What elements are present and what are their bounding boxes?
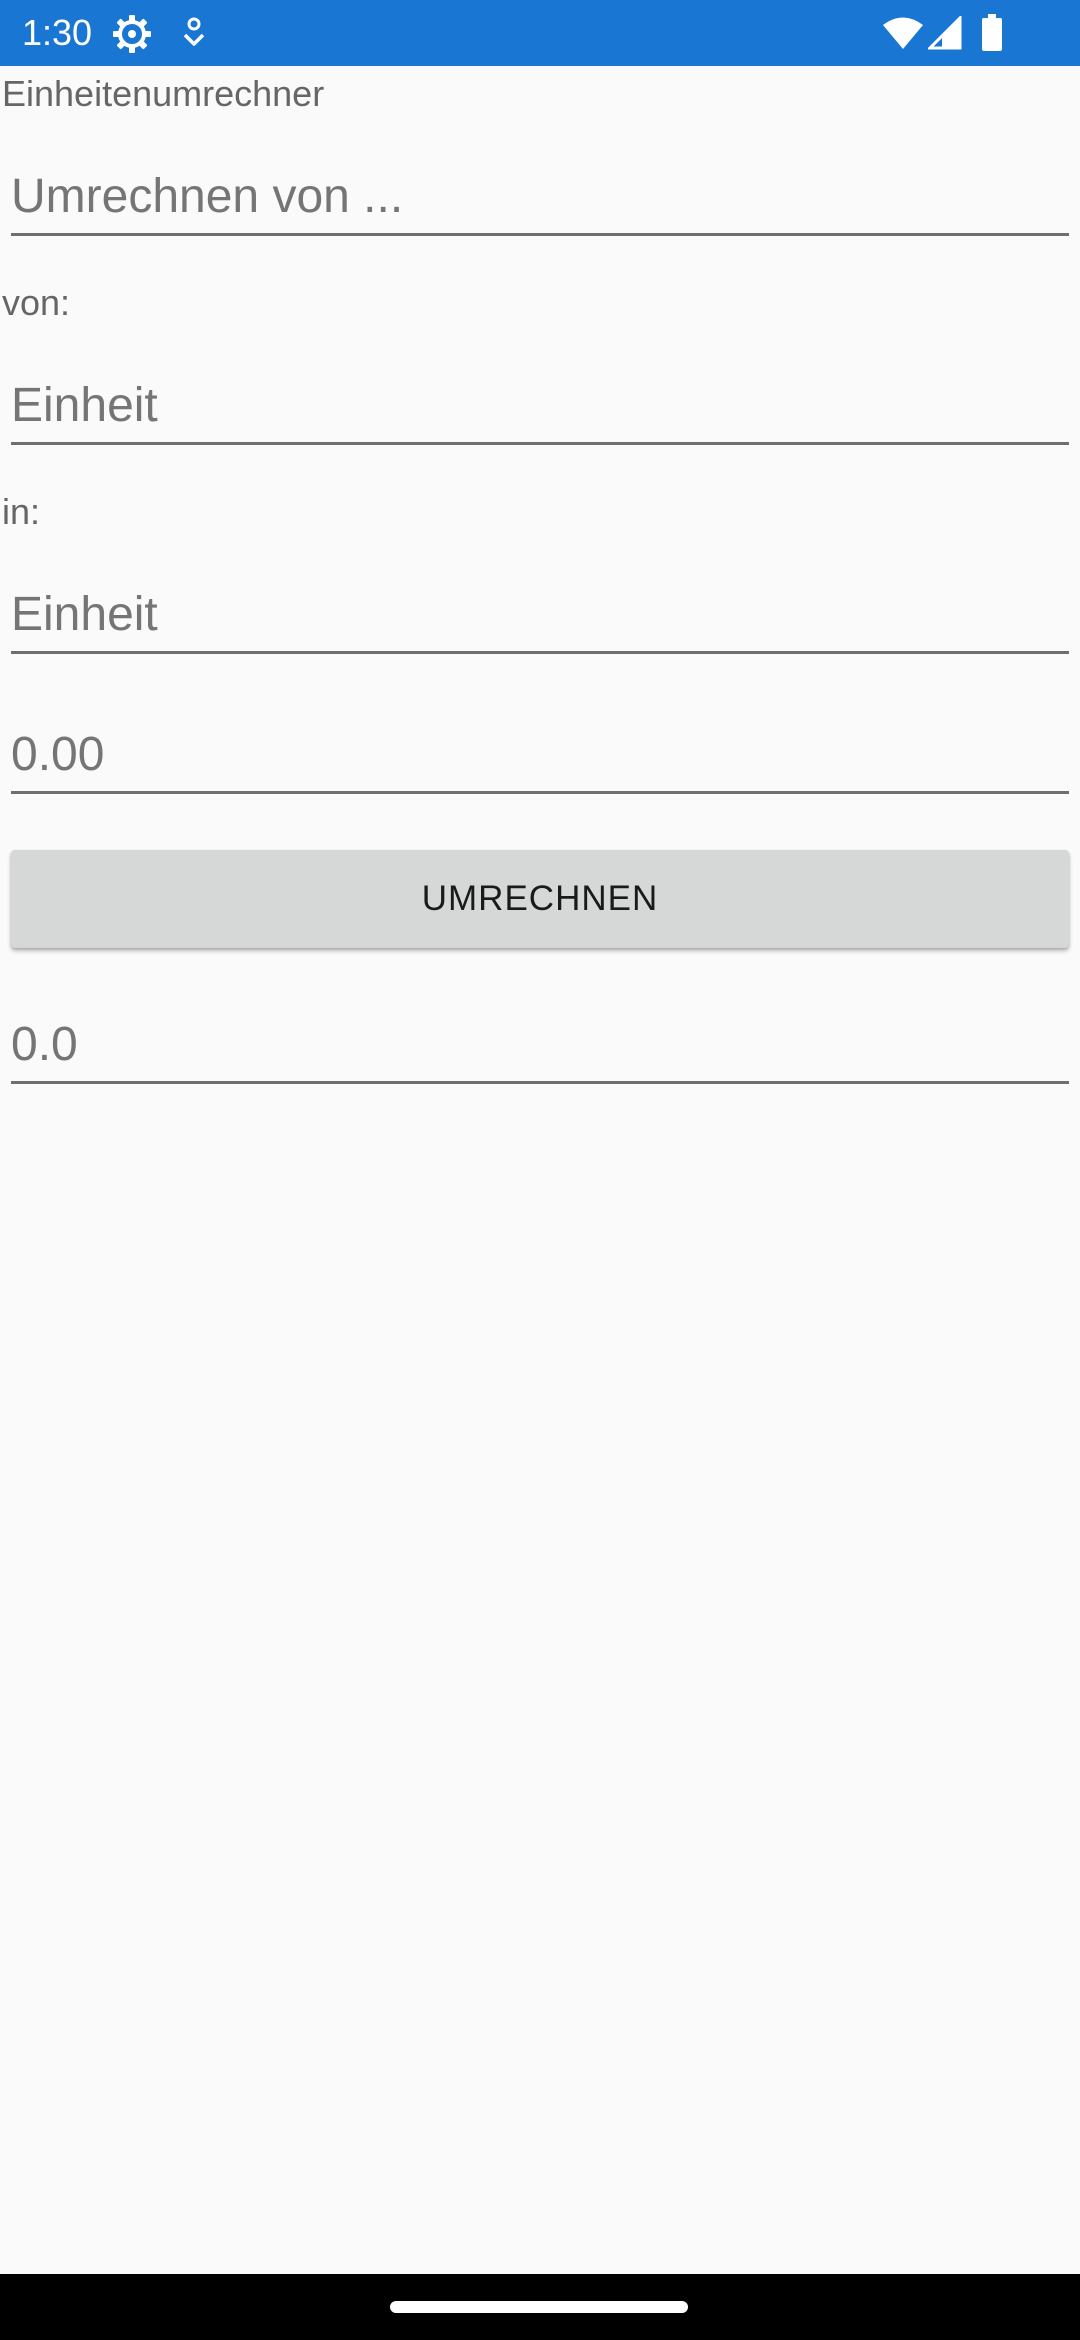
- convert-button[interactable]: UMRECHNEN: [11, 850, 1069, 948]
- to-unit-placeholder: Einheit: [11, 588, 158, 641]
- cellular-signal-icon: [928, 16, 962, 50]
- result-value: 0.0: [11, 1018, 78, 1071]
- wifi-icon: [883, 17, 923, 49]
- from-unit-input[interactable]: Einheit: [11, 367, 1069, 445]
- location-download-icon: [183, 17, 205, 46]
- to-unit-input[interactable]: Einheit: [11, 576, 1069, 654]
- battery-icon: [982, 14, 1002, 51]
- settings-gear-icon: [113, 15, 151, 53]
- home-gesture-handle[interactable]: [390, 2301, 688, 2313]
- status-bar: 1:30: [0, 0, 1080, 66]
- from-unit-placeholder: Einheit: [11, 379, 158, 432]
- source-value-input[interactable]: Umrechnen von ...: [11, 158, 1069, 236]
- navigation-bar: [0, 2274, 1080, 2340]
- amount-placeholder: 0.00: [11, 728, 105, 781]
- amount-input[interactable]: 0.00: [11, 716, 1069, 794]
- to-label: in:: [2, 491, 41, 532]
- from-label: von:: [2, 282, 71, 323]
- app-title: Einheitenumrechner: [2, 73, 325, 114]
- convert-button-label: UMRECHNEN: [421, 879, 659, 918]
- status-time: 1:30: [22, 12, 93, 53]
- source-value-placeholder: Umrechnen von ...: [11, 170, 404, 223]
- result-field[interactable]: 0.0: [11, 1006, 1069, 1084]
